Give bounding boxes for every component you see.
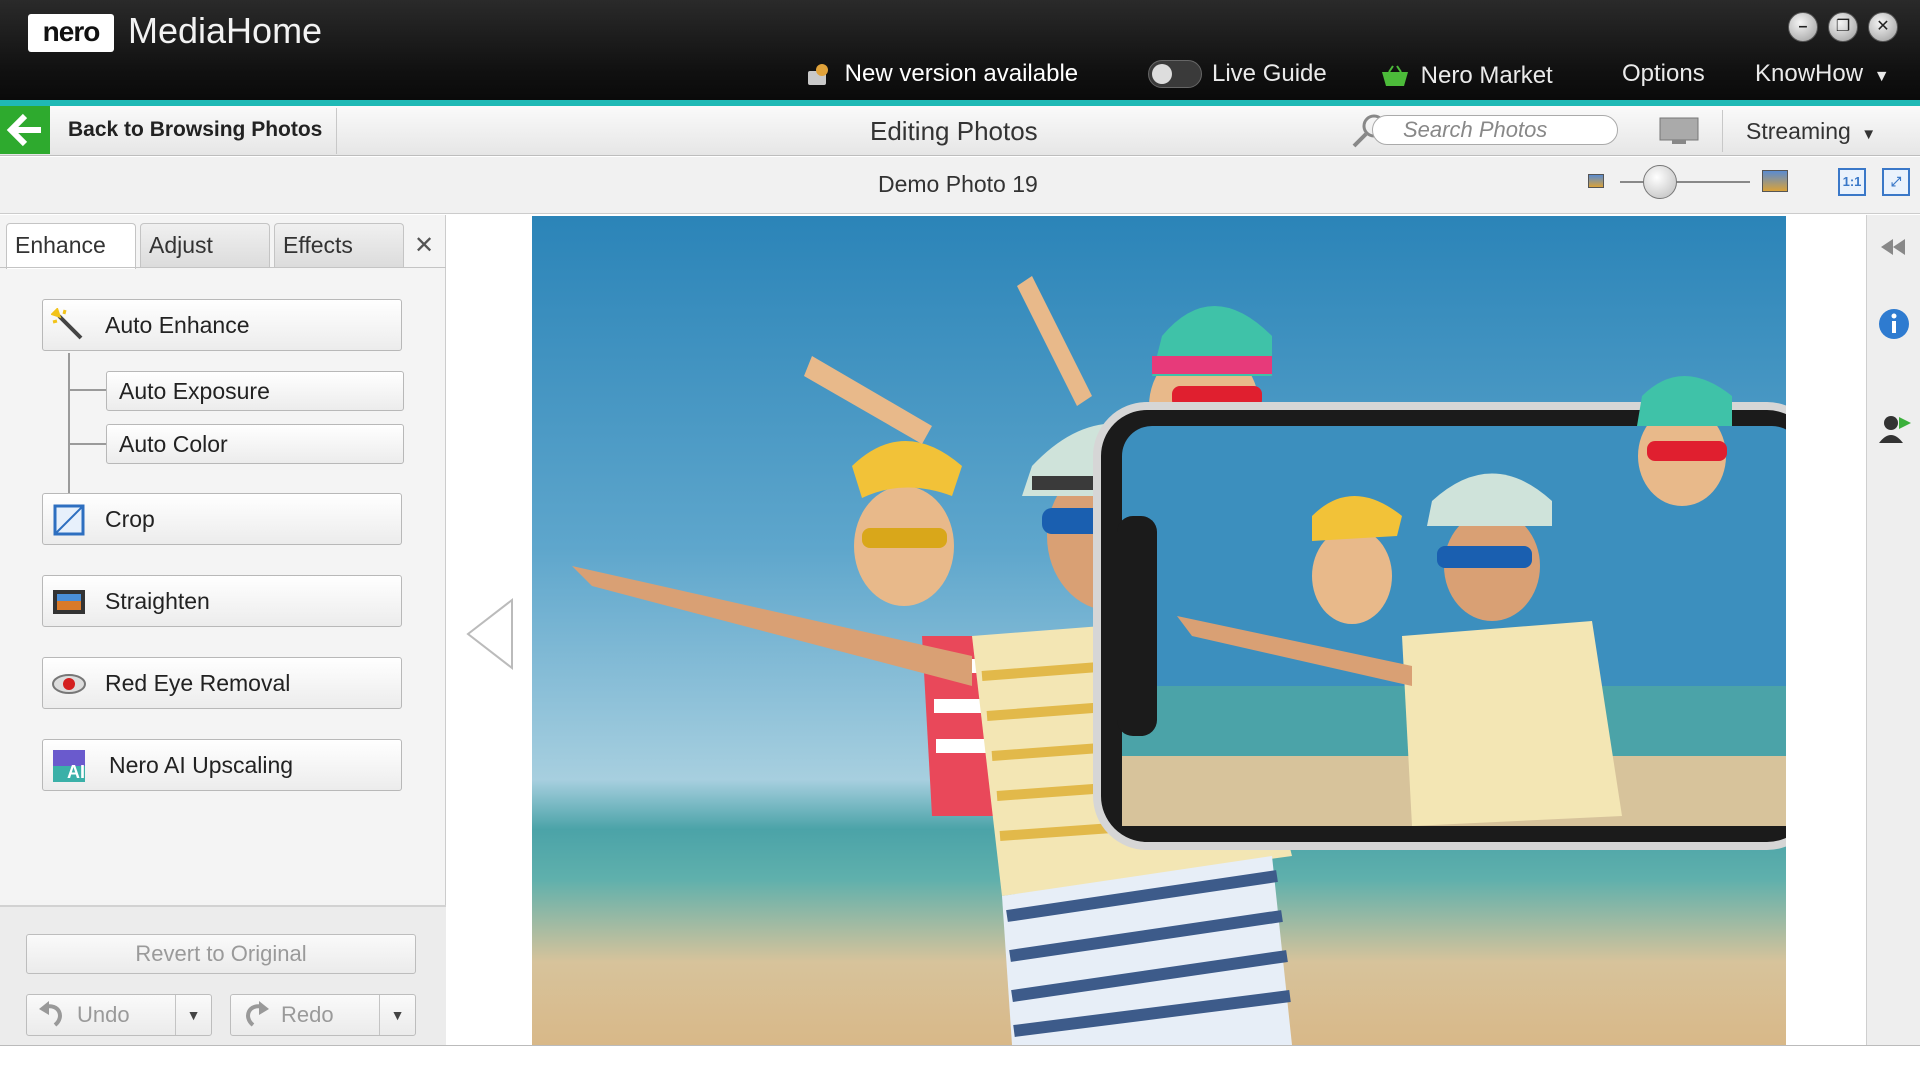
- straighten-button[interactable]: Straighten: [42, 575, 402, 627]
- live-guide-label[interactable]: Live Guide: [1212, 60, 1327, 88]
- info-icon[interactable]: [1877, 307, 1911, 341]
- crop-label: Crop: [105, 506, 155, 532]
- collapse-sidebar-icon[interactable]: [1879, 237, 1907, 257]
- maximize-button[interactable]: ❐: [1828, 12, 1858, 42]
- red-eye-icon: [52, 674, 86, 694]
- divider: [1722, 110, 1723, 152]
- knowhow-label: KnowHow: [1755, 60, 1864, 87]
- nav-bar: Back to Browsing Photos Editing Photos S…: [0, 106, 1920, 156]
- new-version-label: New version available: [844, 60, 1079, 87]
- options-menu[interactable]: Options: [1622, 60, 1705, 88]
- chevron-down-icon: ▼: [1873, 68, 1890, 85]
- edit-tools-panel: Enhance Adjust Effects ✕ Auto Enhance Au…: [0, 215, 446, 1045]
- close-button[interactable]: ✕: [1868, 12, 1898, 42]
- auto-exposure-button[interactable]: Auto Exposure: [106, 371, 404, 411]
- ai-upscaling-button[interactable]: AI Nero AI Upscaling: [42, 739, 402, 791]
- divider: [336, 108, 337, 154]
- streaming-label: Streaming: [1746, 118, 1851, 144]
- back-arrow-icon[interactable]: [0, 106, 50, 154]
- divider: [0, 267, 446, 268]
- title-bar: nero MediaHome – ❐ ✕ New version availab…: [0, 0, 1920, 100]
- ai-upscaling-icon: AI: [53, 750, 85, 782]
- tab-effects[interactable]: Effects: [274, 223, 404, 267]
- divider: [0, 1045, 1920, 1046]
- chevron-down-icon: ▼: [186, 1007, 201, 1023]
- tree-line: [68, 389, 106, 391]
- redo-dropdown[interactable]: ▼: [379, 995, 415, 1035]
- zoom-in-icon[interactable]: [1762, 170, 1788, 192]
- nero-market-link[interactable]: Nero Market: [1380, 62, 1553, 90]
- photo-name: Demo Photo 19: [878, 171, 1038, 197]
- search-input[interactable]: Search Photos: [1372, 115, 1618, 145]
- redo-icon: [246, 1001, 269, 1027]
- tab-adjust[interactable]: Adjust: [140, 223, 270, 267]
- straighten-label: Straighten: [105, 588, 210, 614]
- chevron-down-icon: ▼: [390, 1007, 405, 1023]
- knowhow-menu[interactable]: KnowHow ▼: [1755, 60, 1890, 88]
- magic-wand-icon: [51, 308, 83, 340]
- beach-photo-image: [572, 276, 1786, 1045]
- minimize-button[interactable]: –: [1788, 12, 1818, 42]
- person-tag-icon[interactable]: [1877, 411, 1911, 445]
- nero-logo: nero: [28, 14, 114, 52]
- chevron-down-icon: ▼: [1861, 126, 1877, 143]
- svg-text:AI: AI: [67, 762, 85, 782]
- redo-button[interactable]: Redo ▼: [230, 994, 416, 1036]
- undo-label: Undo: [77, 1002, 130, 1027]
- ai-upscaling-label: Nero AI Upscaling: [109, 752, 294, 778]
- actual-size-button[interactable]: 1:1: [1838, 168, 1866, 196]
- basket-icon: [1382, 65, 1408, 86]
- tree-line: [68, 443, 106, 445]
- live-guide-toggle[interactable]: [1148, 60, 1202, 88]
- zoom-slider-handle[interactable]: [1643, 165, 1677, 199]
- right-sidebar: [1866, 215, 1920, 1045]
- crop-button[interactable]: Crop: [42, 493, 402, 545]
- page-title: Editing Photos: [870, 116, 1038, 146]
- photo-info-bar: Demo Photo 19: [0, 157, 1920, 214]
- crop-icon: [53, 504, 85, 536]
- undo-button[interactable]: Undo ▼: [26, 994, 212, 1036]
- straighten-icon: [53, 590, 85, 614]
- update-icon: [808, 63, 828, 85]
- undo-dropdown[interactable]: ▼: [175, 995, 211, 1035]
- app-title: MediaHome: [128, 10, 323, 51]
- edited-photo[interactable]: [532, 216, 1786, 1045]
- zoom-out-icon[interactable]: [1588, 174, 1604, 188]
- close-panel-icon[interactable]: ✕: [414, 231, 434, 260]
- auto-enhance-button[interactable]: Auto Enhance: [42, 299, 402, 351]
- tab-enhance[interactable]: Enhance: [6, 223, 136, 269]
- tree-line: [68, 353, 70, 513]
- zoom-slider-track[interactable]: [1620, 181, 1750, 183]
- redo-label: Redo: [281, 1002, 334, 1027]
- streaming-menu[interactable]: Streaming ▼: [1746, 118, 1876, 145]
- red-eye-removal-button[interactable]: Red Eye Removal: [42, 657, 402, 709]
- nero-market-label: Nero Market: [1420, 62, 1553, 89]
- monitor-icon[interactable]: [1658, 116, 1700, 146]
- auto-enhance-label: Auto Enhance: [105, 312, 250, 338]
- back-to-browsing-button[interactable]: Back to Browsing Photos: [68, 118, 322, 142]
- new-version-link[interactable]: New version available: [804, 60, 1078, 89]
- fit-to-window-icon[interactable]: ⤢: [1882, 168, 1910, 196]
- revert-to-original-button[interactable]: Revert to Original: [26, 934, 416, 974]
- previous-photo-icon[interactable]: [464, 596, 516, 672]
- red-eye-removal-label: Red Eye Removal: [105, 670, 291, 696]
- undo-icon: [39, 1001, 62, 1027]
- auto-color-button[interactable]: Auto Color: [106, 424, 404, 464]
